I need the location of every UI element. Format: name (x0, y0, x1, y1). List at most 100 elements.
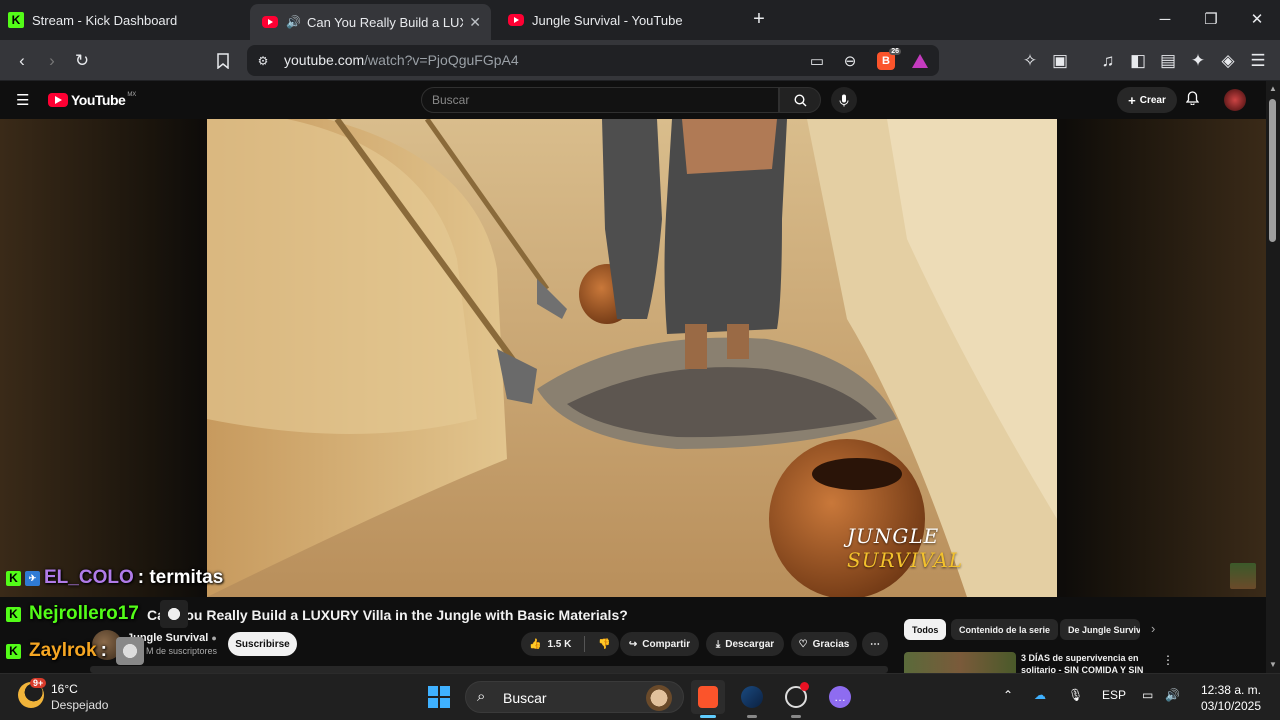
brave-shields-icon[interactable]: B 26 (875, 48, 901, 72)
language-indicator[interactable]: ESP (1102, 688, 1126, 702)
microphone-icon[interactable]: 🎙 (1068, 688, 1083, 702)
onedrive-icon[interactable]: ☁ (1034, 688, 1046, 702)
vpn-icon[interactable]: ◈ (1216, 49, 1240, 73)
thumbs-down-icon: 👎 (598, 638, 611, 650)
forward-button[interactable]: › (40, 49, 64, 73)
chip-series-content[interactable]: Contenido de la serie (951, 619, 1059, 640)
cat-emote-icon (116, 637, 144, 665)
like-dislike-group: 👍 1.5 K 👎 (521, 632, 619, 656)
back-button[interactable]: ‹ (10, 49, 34, 73)
tab-kick-dashboard[interactable]: K Stream - Kick Dashboard (8, 0, 248, 40)
kick-badge-icon: K (6, 643, 21, 659)
verified-icon: ● (211, 633, 217, 643)
extensions-icon[interactable]: ✧ (1018, 49, 1042, 73)
chat-message: K Nejrollero17 (6, 603, 139, 625)
thumbs-up-icon: 👍 (529, 638, 542, 650)
thanks-button[interactable]: ♡ Gracias (791, 632, 857, 656)
network-icon[interactable]: ▭ (1142, 688, 1153, 702)
new-tab-button[interactable]: + (749, 8, 769, 32)
search-input[interactable] (422, 88, 778, 112)
tab-youtube-video[interactable]: 🔊 Can You Really Build a LUXURY ✕ (250, 4, 491, 40)
menu-icon[interactable]: ☰ (1246, 49, 1270, 73)
download-button[interactable]: ⤓ Descargar (706, 632, 784, 656)
description-box-edge[interactable] (90, 666, 888, 673)
show-hidden-icons-chevron[interactable]: ⌃ (1003, 688, 1013, 702)
recommended-video-thumbnail[interactable] (904, 652, 1016, 673)
notifications-bell-icon[interactable] (1185, 91, 1200, 108)
reader-icon[interactable]: ▣ (1048, 49, 1072, 73)
chat-text: : (100, 640, 107, 661)
scroll-up-icon[interactable]: ▲ (1269, 85, 1277, 93)
url-text[interactable]: youtube.com/watch?v=PjoQguFGpA4 (284, 52, 519, 68)
speaker-icon[interactable]: 🔊 (286, 15, 301, 29)
search-icon (793, 93, 806, 106)
windows-start-icon[interactable] (428, 686, 450, 708)
chip-from-channel[interactable]: De Jungle Survival (1060, 619, 1140, 640)
voice-search-button[interactable] (831, 87, 857, 113)
taskbar-search[interactable]: ⌕ Buscar (465, 681, 684, 713)
temperature[interactable]: 16°C (51, 682, 78, 696)
video-player[interactable]: JUNGLE SURVIVAL (207, 119, 1057, 597)
site-settings-icon[interactable]: ⚙ (252, 50, 274, 72)
zoom-icon[interactable]: ⊖ (839, 50, 861, 72)
chip-all[interactable]: Todos (904, 619, 947, 640)
subscribe-button[interactable]: Suscribirse (228, 632, 297, 656)
brave-browser-icon[interactable] (691, 680, 725, 718)
close-window-button[interactable]: ✕ (1242, 8, 1272, 32)
leo-ai-icon[interactable]: ✦ (1186, 49, 1210, 73)
tab-title: Jungle Survival - YouTube (532, 12, 683, 28)
volume-icon[interactable]: 🔊 (1165, 688, 1180, 702)
more-options-icon[interactable]: ⋮ (1162, 653, 1174, 667)
restore-button[interactable]: ❐ (1196, 8, 1226, 32)
thanks-heart-icon: ♡ (798, 638, 808, 650)
reload-button[interactable]: ↻ (70, 49, 94, 73)
hamburger-menu-icon[interactable]: ☰ (16, 91, 29, 109)
steam-icon[interactable] (735, 680, 769, 718)
plus-icon: + (1128, 92, 1136, 108)
search-highlight-icon (646, 685, 672, 711)
chat-username: Nejrollero17 (29, 603, 139, 624)
wallet-icon[interactable]: ▤ (1156, 49, 1180, 73)
more-actions-button[interactable]: ⋯ (862, 632, 888, 656)
tab-title: Can You Really Build a LUXURY (306, 14, 463, 30)
like-button[interactable]: 👍 1.5 K (529, 639, 571, 650)
create-button[interactable]: + Crear (1117, 87, 1177, 113)
kick-icon: K (8, 12, 24, 28)
share-button[interactable]: ↪ Compartir (620, 632, 699, 656)
bookmark-icon[interactable] (211, 49, 235, 73)
subscriber-badge-icon: ✈ (25, 570, 40, 586)
minimize-button[interactable]: ─ (1150, 8, 1180, 32)
kick-badge-icon: K (6, 606, 21, 622)
page-scrollbar[interactable]: ▲ ▼ (1266, 81, 1280, 673)
browser-tab-bar: K Stream - Kick Dashboard 🔊 Can You Real… (0, 0, 1280, 40)
subscriber-count: M de suscriptores (146, 646, 218, 656)
scroll-down-icon[interactable]: ▼ (1269, 661, 1277, 669)
weather-description[interactable]: Despejado (51, 698, 108, 712)
youtube-search-box (421, 87, 779, 113)
taskbar-clock[interactable]: 12:38 a. m. 03/10/2025 (1197, 682, 1261, 714)
search-icon: ⌕ (477, 688, 486, 705)
chat-app-icon[interactable]: … (823, 680, 857, 714)
chevron-right-icon[interactable]: › (1151, 621, 1155, 636)
search-button[interactable] (779, 87, 821, 113)
user-avatar[interactable] (1224, 89, 1246, 111)
tab-jungle-survival[interactable]: Jungle Survival - YouTube (508, 0, 738, 40)
microphone-icon (839, 94, 849, 106)
channel-thumbnail-icon[interactable] (1230, 563, 1256, 589)
youtube-icon (508, 14, 524, 26)
obs-icon[interactable] (779, 680, 813, 718)
scrollbar-thumb[interactable] (1269, 99, 1276, 242)
cast-icon[interactable]: ▭ (806, 50, 828, 72)
youtube-icon (262, 16, 278, 28)
sidebar-icon[interactable]: ◧ (1126, 49, 1150, 73)
youtube-header: ☰ YouTube MX + Crear (0, 81, 1280, 119)
recommended-video-title[interactable]: 3 DÍAS de supervivencia en solitario - S… (1021, 652, 1151, 673)
address-bar[interactable]: ⚙ youtube.com/watch?v=PjoQguFGpA4 ▭ ⊖ B2… (247, 45, 939, 76)
dislike-button[interactable]: 👎 (598, 639, 610, 650)
notification-badge: 9+ (30, 678, 47, 688)
close-tab-icon[interactable]: ✕ (469, 14, 481, 31)
brave-rewards-icon[interactable] (909, 50, 931, 72)
media-icon[interactable]: ♫ (1096, 49, 1120, 73)
youtube-logo[interactable]: YouTube MX (48, 92, 136, 108)
share-icon: ↪ (628, 638, 638, 650)
